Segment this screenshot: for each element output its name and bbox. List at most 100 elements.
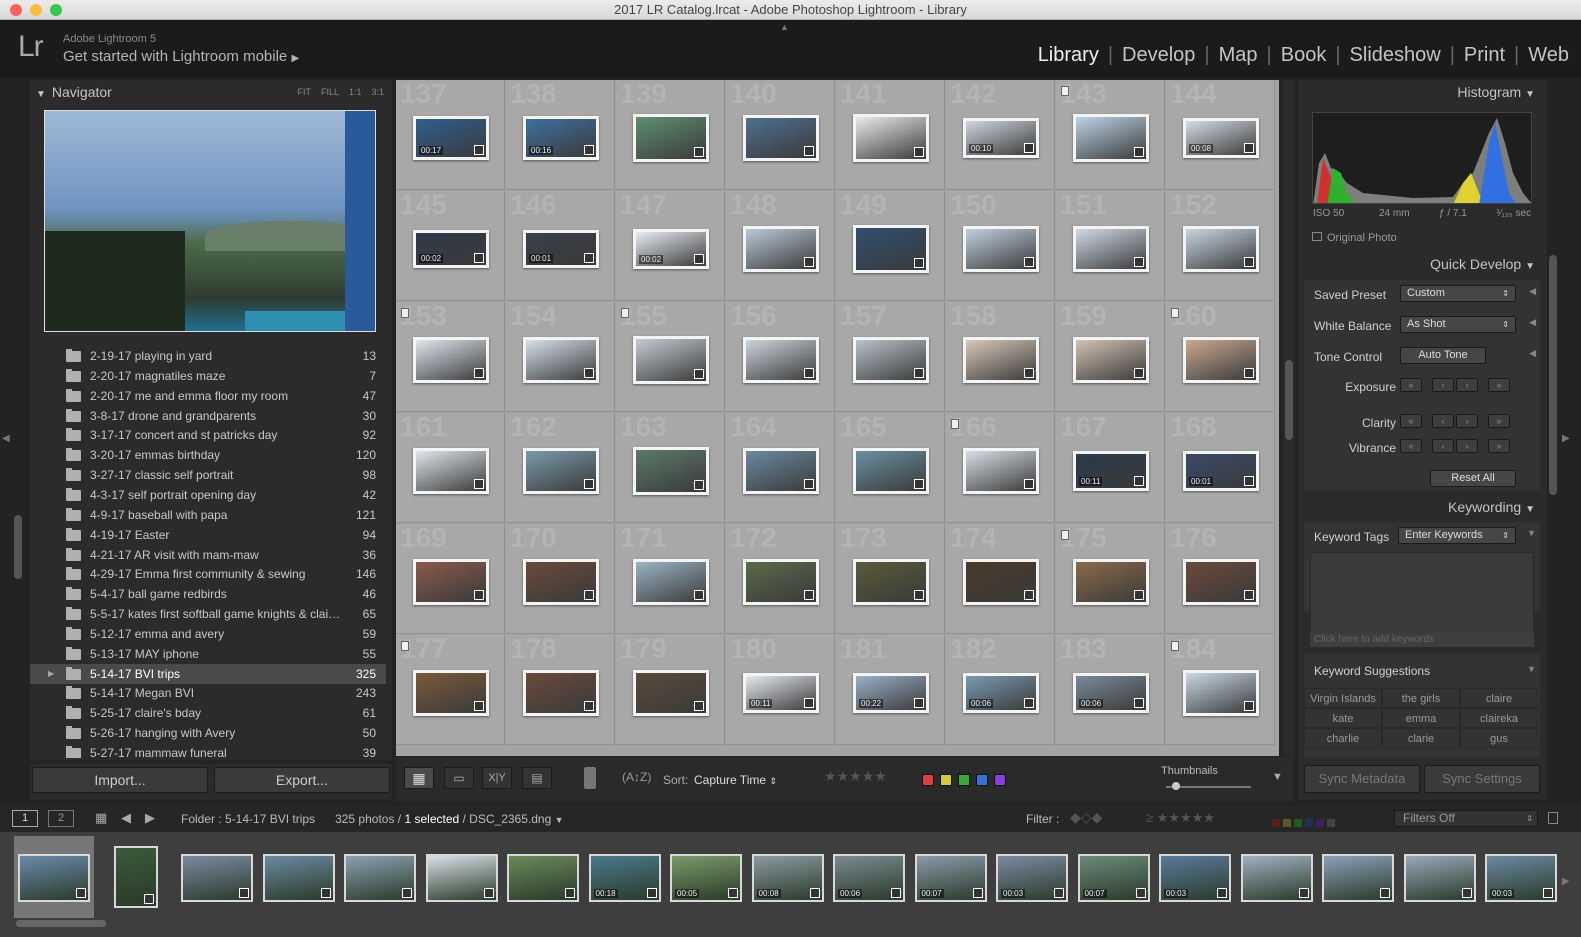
filmstrip-thumbnail[interactable]: 00:06 [833,854,905,902]
grid-cell[interactable]: 175 [1056,524,1165,634]
edit-badge-icon[interactable] [728,888,738,898]
edit-badge-icon[interactable] [914,258,924,268]
edit-badge-icon[interactable] [1244,476,1254,486]
edit-badge-icon[interactable] [474,479,484,489]
folder-row[interactable]: 3-27-17 classic self portrait 98 [30,465,386,485]
rating-star-icon[interactable]: ★ [849,768,862,784]
photo-thumbnail[interactable] [1183,226,1259,272]
forward-arrow-icon[interactable]: ▶ [145,810,155,826]
filmstrip-thumbnail[interactable] [181,854,253,902]
flag-icon[interactable] [621,308,629,318]
histogram-header[interactable]: Histogram ▼ [1457,84,1535,100]
grid-cell[interactable]: 157 [836,302,945,412]
edit-badge-icon[interactable] [474,368,484,378]
grid-cell[interactable]: 163 [616,413,725,523]
exposure-decrease-button[interactable]: ‹ [1432,378,1454,392]
exposure-decrease-large-button[interactable]: « [1400,378,1422,392]
module-map[interactable]: Map [1219,44,1258,66]
edit-badge-icon[interactable] [565,888,575,898]
edit-badge-icon[interactable] [1244,368,1254,378]
grid-cell[interactable]: 143 [1056,80,1165,190]
folder-row[interactable]: 5-13-17 MAY iphone 55 [30,644,386,664]
photo-thumbnail[interactable] [1073,559,1149,605]
expand-triangle-icon[interactable]: ▼ [1527,528,1536,538]
edit-badge-icon[interactable] [1134,368,1144,378]
edit-badge-icon[interactable] [809,888,820,898]
saved-preset-dropdown[interactable]: Custom ⇕ [1400,285,1516,302]
mobile-promo-link[interactable]: Get started with Lightroom mobile ▶ [63,48,299,65]
grid-cell[interactable]: 156 [726,302,835,412]
filmstrip-thumbnail[interactable] [1240,854,1313,902]
sort-dropdown[interactable]: Capture Time ⇕ [694,773,777,787]
edit-badge-icon[interactable] [1134,698,1144,708]
photo-thumbnail[interactable] [1073,114,1149,162]
keyword-tags-dropdown[interactable]: Enter Keywords ⇕ [1398,527,1516,544]
filter-lock-icon[interactable] [1548,812,1558,824]
grid-cell[interactable]: 152 [1166,191,1275,301]
sync-metadata-button[interactable]: Sync Metadata [1304,765,1420,793]
photo-thumbnail[interactable] [853,114,929,162]
photo-thumbnail[interactable]: 00:16 [523,116,599,160]
blue-filter-swatch[interactable] [1305,819,1313,827]
edit-badge-icon[interactable] [474,145,484,155]
filmstrip-source[interactable]: Folder : 5-14-17 BVI trips 325 photos / 1… [181,812,564,826]
grid-cell[interactable]: 154 [506,302,615,412]
photo-thumbnail[interactable]: 00:02 [413,230,489,268]
exposure-increase-button[interactable]: › [1456,378,1478,392]
grid-cell[interactable]: 155 [616,302,725,412]
photo-thumbnail[interactable] [743,226,819,272]
filmstrip-cell[interactable] [503,836,583,918]
filmstrip-thumbnail[interactable] [18,854,90,902]
vibrance-decrease-large-button[interactable]: « [1400,439,1422,453]
filmstrip-thumbnail[interactable] [425,854,498,902]
photo-thumbnail[interactable] [523,559,599,605]
photo-thumbnail[interactable] [1183,670,1259,716]
filmstrip-thumbnail[interactable]: 00:18 [588,854,661,902]
flag-icon[interactable] [1061,86,1069,96]
keyword-suggestion[interactable]: kate [1304,708,1382,728]
rating-star-icon[interactable]: ★ [824,768,837,784]
rating-star-icon[interactable]: ★ [862,768,875,784]
photo-thumbnail[interactable] [633,114,709,162]
edit-badge-icon[interactable] [483,888,494,898]
clarity-increase-button[interactable]: › [1456,414,1478,428]
grid-cell[interactable]: 139 [616,80,725,190]
edit-badge-icon[interactable] [1024,143,1034,153]
photo-thumbnail[interactable] [743,448,819,494]
filter-preset-dropdown[interactable]: Filters Off ⇕ [1394,810,1538,827]
edit-badge-icon[interactable] [584,590,594,600]
module-web[interactable]: Web [1528,44,1569,66]
folder-row[interactable]: 5-26-17 hanging with Avery 50 [30,723,386,743]
filmstrip-thumbnail[interactable] [344,854,416,902]
photo-thumbnail[interactable]: 00:11 [1073,451,1149,491]
edit-badge-icon[interactable] [1024,368,1034,378]
edit-badge-icon[interactable] [143,894,154,904]
edit-badge-icon[interactable] [972,888,983,898]
filmstrip-thumbnail[interactable] [113,846,158,908]
edit-badge-icon[interactable] [1298,888,1309,898]
grid-cell[interactable]: 178 [506,635,615,745]
keyword-suggestion[interactable]: the girls [1382,688,1460,708]
photo-thumbnail[interactable] [743,559,819,605]
folder-row[interactable]: 4-9-17 baseball with papa 121 [30,505,386,525]
folder-row[interactable]: 2-20-17 magnatiles maze 7 [30,366,386,386]
photo-thumbnail[interactable]: 00:06 [1073,673,1149,713]
filmstrip-thumbnail[interactable]: 00:03 [996,854,1068,902]
grid-cell[interactable]: 162 [506,413,615,523]
filmstrip-thumbnail[interactable]: 00:03 [1159,854,1231,902]
photo-thumbnail[interactable] [743,115,819,161]
filmstrip-thumbnail[interactable]: 00:05 [670,854,742,902]
edit-badge-icon[interactable] [1244,143,1254,153]
module-book[interactable]: Book [1281,44,1327,66]
edit-badge-icon[interactable] [76,888,86,898]
edit-badge-icon[interactable] [804,257,814,267]
left-scrollbar[interactable] [14,515,22,579]
purple-label-swatch[interactable] [994,773,1006,786]
grid-cell[interactable]: 137 00:17 [396,80,505,190]
expand-triangle-icon[interactable]: ◀ [1529,348,1536,359]
grid-cell[interactable]: 165 [836,413,945,523]
zoom-fit[interactable]: FIT [297,87,311,97]
toolbar-menu-icon[interactable]: ▼ [1272,771,1283,783]
clarity-increase-large-button[interactable]: » [1488,414,1510,428]
filmstrip-thumbnail[interactable]: 00:07 [1077,854,1150,902]
